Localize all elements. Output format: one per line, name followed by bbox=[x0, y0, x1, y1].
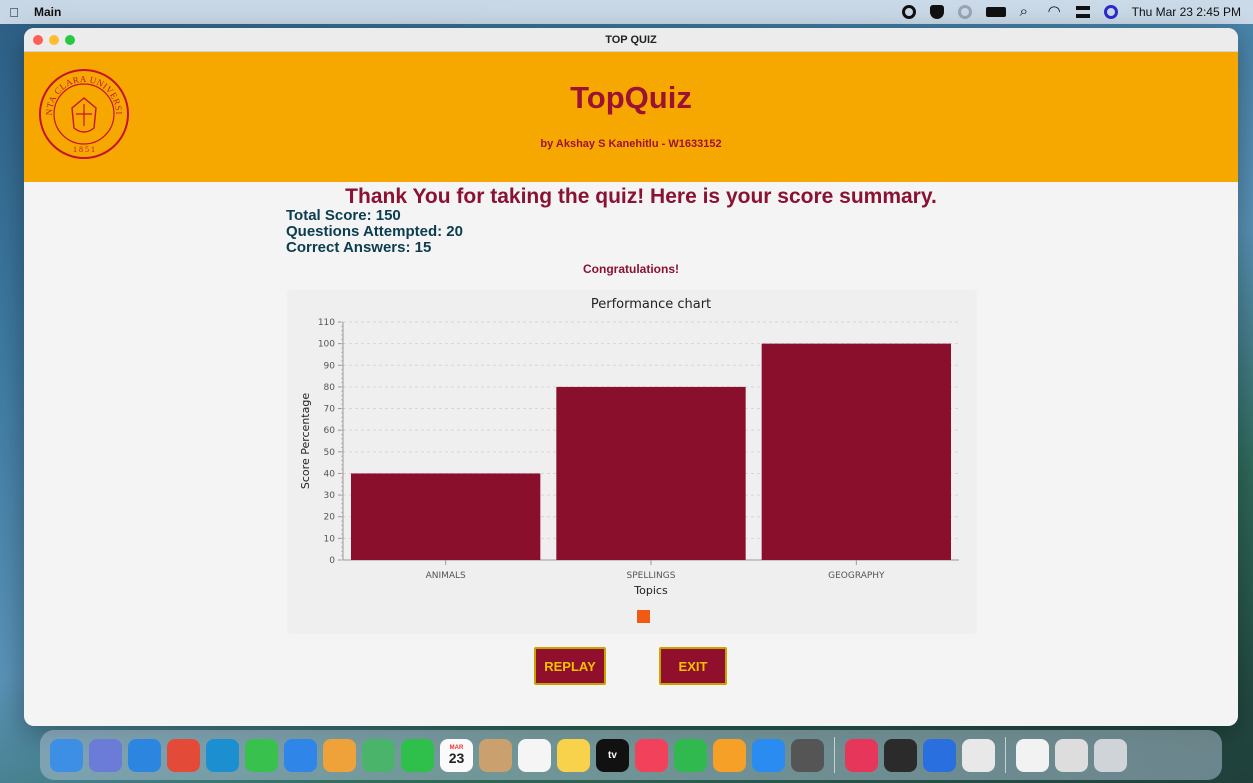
exit-button[interactable]: EXIT bbox=[659, 647, 727, 685]
dock-chrome-icon[interactable] bbox=[167, 738, 200, 772]
y-tick-label: 20 bbox=[324, 513, 336, 523]
dock-calendar-icon[interactable]: MAR 23 bbox=[440, 738, 473, 772]
performance-chart-svg: Performance chart 0 10 20 30 40 50 60 70 80 90 100 1… bbox=[299, 297, 959, 623]
y-tick-label: 50 bbox=[324, 448, 336, 458]
performance-chart: Performance chart 0 10 20 30 40 50 60 70 80 90 100 1… bbox=[287, 290, 977, 634]
y-tick-label: 80 bbox=[324, 383, 336, 393]
y-tick-label: 30 bbox=[324, 491, 336, 501]
y-tick-label: 60 bbox=[324, 426, 336, 436]
dock-maps-icon[interactable] bbox=[362, 738, 395, 772]
wifi-icon[interactable] bbox=[1048, 5, 1062, 19]
control-center-icon[interactable] bbox=[1075, 6, 1090, 18]
active-app-name[interactable]: Main bbox=[34, 5, 61, 19]
bar-animals bbox=[351, 473, 541, 560]
x-tick-label: ANIMALS bbox=[426, 571, 466, 581]
window-titlebar[interactable]: TOP QUIZ bbox=[24, 28, 1238, 52]
legend-swatch bbox=[637, 610, 650, 623]
app-header: SANTA CLARA UNIVERSITY 1 8 5 1 TopQuiz b… bbox=[24, 52, 1238, 182]
dock-mail-icon[interactable] bbox=[284, 738, 317, 772]
summary-heading: Thank You for taking the quiz! Here is y… bbox=[345, 185, 937, 208]
menu-bar:  Main Thu Mar 23 2:45 PM bbox=[0, 0, 1253, 24]
dock-separator bbox=[834, 737, 835, 773]
x-tick-label: SPELLINGS bbox=[627, 571, 676, 581]
dock-music-icon[interactable] bbox=[635, 738, 668, 772]
dock-finder-icon[interactable] bbox=[50, 738, 83, 772]
apple-menu-icon[interactable]:  bbox=[0, 5, 28, 20]
app-title: TopQuiz bbox=[570, 80, 692, 115]
dock-numbers-icon[interactable] bbox=[674, 738, 707, 772]
bar-geography bbox=[761, 343, 951, 560]
app-window: TOP QUIZ SANTA CLARA UNIVERSITY 1 8 5 1 … bbox=[24, 28, 1238, 726]
status-ring-icon[interactable] bbox=[957, 5, 972, 19]
y-tick-label: 110 bbox=[318, 318, 335, 328]
dock-java-icon[interactable] bbox=[962, 738, 995, 772]
status-circle-icon[interactable] bbox=[901, 5, 916, 19]
action-buttons: REPLAY EXIT bbox=[24, 647, 1238, 685]
siri-icon[interactable] bbox=[1103, 5, 1118, 19]
y-tick-label: 10 bbox=[324, 534, 336, 544]
window-title: TOP QUIZ bbox=[605, 33, 657, 46]
dock-reminders-icon[interactable] bbox=[518, 738, 551, 772]
shield-icon[interactable] bbox=[929, 5, 944, 19]
dock: MAR 23 tv bbox=[40, 730, 1222, 780]
score-stats: Total Score: 150 Questions Attempted: 20… bbox=[286, 208, 463, 256]
dock-trash-icon[interactable] bbox=[1094, 738, 1127, 772]
dock-app-store-icon[interactable] bbox=[752, 738, 785, 772]
y-tick-label: 90 bbox=[324, 361, 336, 371]
bar-spellings bbox=[556, 386, 746, 560]
battery-icon[interactable] bbox=[985, 7, 1006, 17]
dock-facetime-icon[interactable] bbox=[401, 738, 434, 772]
app-subtitle: by Akshay S Kanehitlu - W1633152 bbox=[540, 138, 722, 150]
dock-photos-icon[interactable] bbox=[323, 738, 356, 772]
dock-notes-icon[interactable] bbox=[557, 738, 590, 772]
dock-launchpad-icon[interactable] bbox=[89, 738, 122, 772]
dock-preview-icon[interactable] bbox=[1016, 738, 1049, 772]
chart-title: Performance chart bbox=[591, 297, 711, 312]
x-axis-label: Topics bbox=[633, 584, 668, 597]
y-tick-label: 70 bbox=[324, 405, 336, 415]
dock-edge-icon[interactable] bbox=[206, 738, 239, 772]
questions-attempted: Questions Attempted: 20 bbox=[286, 223, 463, 240]
dock-keyboard-viewer-icon[interactable] bbox=[1055, 738, 1088, 772]
dock-calculator-icon[interactable] bbox=[791, 738, 824, 772]
correct-answers: Correct Answers: 15 bbox=[286, 239, 432, 256]
spotlight-search-icon[interactable] bbox=[1020, 5, 1034, 19]
x-tick-label: GEOGRAPHY bbox=[828, 571, 885, 581]
dock-pages-icon[interactable] bbox=[713, 738, 746, 772]
dock-separator bbox=[1005, 737, 1006, 773]
congratulations-message: Congratulations! bbox=[583, 262, 679, 276]
replay-button[interactable]: REPLAY bbox=[534, 647, 606, 685]
y-axis-label: Score Percentage bbox=[299, 393, 312, 489]
dock-contacts-icon[interactable] bbox=[479, 738, 512, 772]
dock-intellij-icon[interactable] bbox=[845, 738, 878, 772]
dock-xcode-icon[interactable] bbox=[923, 738, 956, 772]
menubar-clock[interactable]: Thu Mar 23 2:45 PM bbox=[1132, 5, 1241, 19]
calendar-day: 23 bbox=[448, 750, 465, 766]
total-score: Total Score: 150 bbox=[286, 207, 401, 224]
dock-safari-icon[interactable] bbox=[128, 738, 161, 772]
y-tick-label: 100 bbox=[318, 340, 335, 350]
dock-terminal-icon[interactable] bbox=[884, 738, 917, 772]
dock-messages-icon[interactable] bbox=[245, 738, 278, 772]
dock-tv-icon[interactable]: tv bbox=[596, 738, 629, 772]
y-tick-label: 40 bbox=[324, 469, 336, 479]
y-tick-label: 0 bbox=[329, 556, 335, 566]
status-area: Thu Mar 23 2:45 PM bbox=[901, 5, 1253, 19]
